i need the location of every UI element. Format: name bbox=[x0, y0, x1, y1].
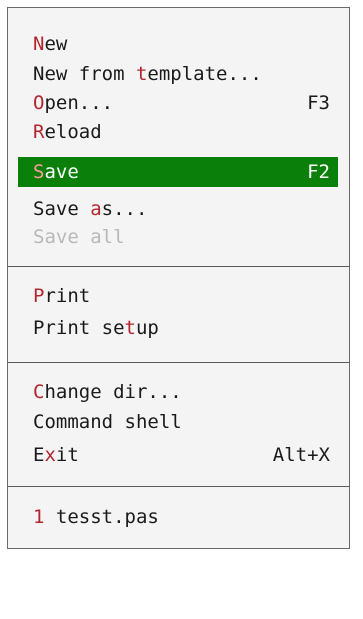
shortcut-label: F2 bbox=[307, 161, 330, 183]
menu-item-label: up bbox=[135, 317, 159, 339]
menu-item-label: it bbox=[55, 444, 79, 466]
hotkey-number: 1 bbox=[33, 506, 45, 528]
menu-item-label-prefix: E bbox=[33, 444, 45, 466]
hotkey-letter: x bbox=[44, 444, 56, 466]
shortcut-label: Alt+X bbox=[272, 444, 330, 466]
menu-item-label: pen... bbox=[44, 92, 114, 114]
hotkey-letter: N bbox=[33, 33, 45, 55]
menu-item-label: eload bbox=[44, 121, 102, 143]
hotkey-letter: a bbox=[90, 198, 102, 220]
hotkey-letter: l bbox=[101, 226, 114, 248]
menu-item-print[interactable]: Print bbox=[18, 282, 338, 311]
menu-item-label: hange dir... bbox=[44, 381, 182, 403]
hotkey-letter: R bbox=[33, 121, 45, 143]
hotkey-letter: t bbox=[135, 63, 148, 85]
menu-item-print-setup[interactable]: Print setup bbox=[18, 314, 338, 343]
menu-item-label: rint bbox=[44, 285, 91, 307]
menu-item-label-prefix: Print se bbox=[33, 317, 125, 339]
menu-item-label: ew bbox=[44, 33, 68, 55]
menu-item-save-all: Save all bbox=[18, 223, 338, 252]
file-menu: New New from template... Open... F3 Relo… bbox=[7, 7, 350, 549]
hotkey-letter: t bbox=[124, 317, 136, 339]
menu-item-label-prefix: Save bbox=[33, 198, 91, 220]
menu-item-label: l bbox=[113, 226, 125, 248]
menu-separator bbox=[8, 486, 349, 487]
menu-item-save-as[interactable]: Save as... bbox=[18, 195, 338, 224]
hotkey-letter: C bbox=[33, 381, 45, 403]
menu-item-new[interactable]: New bbox=[18, 30, 338, 59]
menu-item-change-dir[interactable]: Change dir... bbox=[18, 378, 338, 407]
menu-item-label: tesst.pas bbox=[44, 506, 159, 528]
menu-item-label: shell bbox=[124, 411, 182, 433]
menu-item-label: ave bbox=[44, 161, 79, 183]
menu-separator bbox=[8, 266, 349, 267]
menu-item-new-from-template[interactable]: New from template... bbox=[18, 60, 338, 89]
menu-item-exit[interactable]: Exit Alt+X bbox=[18, 441, 338, 470]
menu-item-label-prefix: New from bbox=[33, 63, 136, 85]
hotkey-letter: S bbox=[33, 161, 45, 183]
shortcut-label: F3 bbox=[307, 92, 330, 114]
hotkey-letter: P bbox=[33, 285, 45, 307]
menu-item-save[interactable]: Save F2 bbox=[18, 157, 338, 187]
menu-item-recent-file[interactable]: 1 tesst.pas bbox=[18, 503, 338, 532]
menu-item-label: s... bbox=[101, 198, 148, 220]
hotkey-letter bbox=[113, 411, 124, 433]
menu-item-label: emplate... bbox=[147, 63, 262, 85]
hotkey-letter: O bbox=[33, 92, 45, 114]
menu-item-command-shell[interactable]: Command shell bbox=[18, 408, 338, 437]
menu-item-reload[interactable]: Reload bbox=[18, 118, 338, 147]
menu-item-label-prefix: Save a bbox=[33, 226, 102, 248]
menu-separator bbox=[8, 362, 349, 363]
menu-item-open[interactable]: Open... F3 bbox=[18, 89, 338, 118]
menu-item-label-prefix: Command bbox=[33, 411, 114, 433]
